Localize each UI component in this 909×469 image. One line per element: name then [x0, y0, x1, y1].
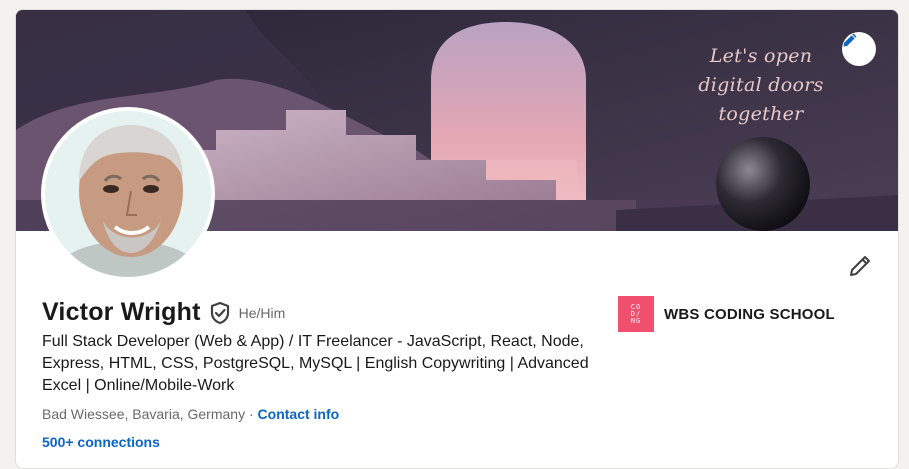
location: Bad Wiessee, Bavaria, Germany: [42, 406, 246, 422]
pencil-icon: [850, 256, 870, 276]
edit-banner-button[interactable]: [842, 32, 876, 66]
banner-slogan: Let's open digital doors together: [696, 42, 826, 129]
avatar[interactable]: [41, 107, 215, 281]
profile-card: Let's open digital doors together Victor…: [15, 9, 899, 469]
shield-check-icon: [210, 301, 229, 324]
pronouns: He/Him: [238, 304, 286, 321]
banner-slogan-line: Let's open: [709, 45, 813, 67]
edit-intro-button[interactable]: [844, 250, 876, 282]
current-company[interactable]: CO D/ NG WBS CODING SCHOOL: [618, 296, 835, 332]
contact-info-link[interactable]: Contact info: [258, 406, 340, 422]
name-row: Victor Wright He/Him: [42, 298, 285, 327]
banner-slogan-line: digital doors: [698, 74, 824, 96]
separator: ·: [248, 406, 258, 422]
company-logo-text: NG: [630, 316, 642, 325]
pencil-icon: [843, 33, 857, 47]
company-name: WBS CODING SCHOOL: [664, 305, 835, 323]
connections-link[interactable]: 500+ connections: [42, 434, 160, 450]
profile-headline: Full Stack Developer (Web & App) / IT Fr…: [42, 333, 589, 394]
company-logo: CO D/ NG: [618, 296, 654, 332]
profile-name: Victor Wright: [42, 298, 201, 326]
avatar-photo: [45, 111, 211, 277]
banner-slogan-line: together: [718, 103, 804, 125]
location-row: Bad Wiessee, Bavaria, Germany · Contact …: [42, 406, 339, 422]
verified-badge[interactable]: [209, 301, 231, 325]
